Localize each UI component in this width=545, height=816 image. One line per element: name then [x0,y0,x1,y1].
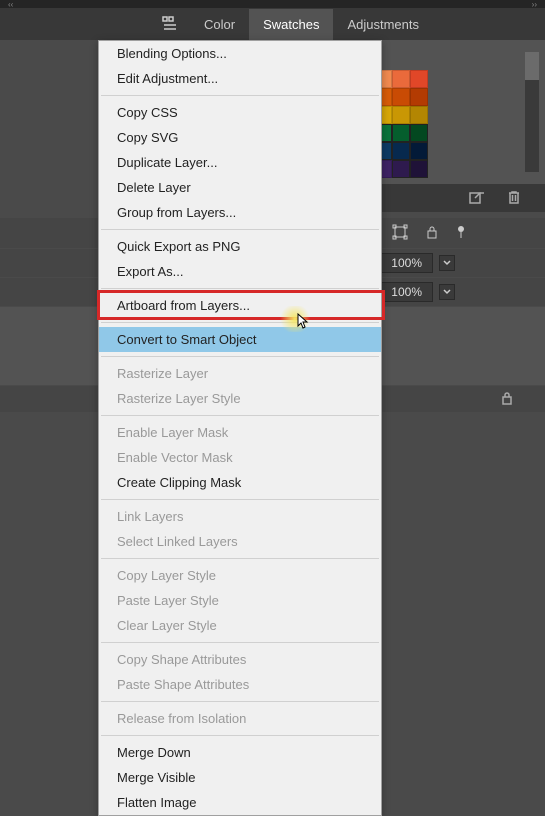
menu-separator [101,499,379,500]
scrollbar[interactable] [525,52,539,172]
swatch[interactable] [392,106,410,124]
swatch[interactable] [410,70,428,88]
swatch[interactable] [410,106,428,124]
menu-qexp[interactable]: Quick Export as PNG [99,234,381,259]
tab-swatches[interactable]: Swatches [249,9,333,40]
menu-separator [101,735,379,736]
pin-icon[interactable] [456,225,466,242]
menu-mdown[interactable]: Merge Down [99,740,381,765]
new-swatch-icon[interactable] [469,190,485,207]
fill-dropdown[interactable] [439,284,455,300]
lock-small-icon[interactable] [426,225,438,242]
menu-pshape: Paste Shape Attributes [99,672,381,697]
menu-separator [101,288,379,289]
menu-pstyle: Paste Layer Style [99,588,381,613]
menu-expas[interactable]: Export As... [99,259,381,284]
menu-link: Link Layers [99,504,381,529]
tab-adjustments[interactable]: Adjustments [333,9,433,40]
menu-grp[interactable]: Group from Layers... [99,200,381,225]
menu-edit_adj[interactable]: Edit Adjustment... [99,66,381,91]
menu-flat[interactable]: Flatten Image [99,790,381,815]
menu-blending[interactable]: Blending Options... [99,41,381,66]
tab-color[interactable]: Color [190,9,249,40]
lock-icon[interactable] [501,391,513,408]
menu-rast: Rasterize Layer [99,361,381,386]
opacity-dropdown[interactable] [439,255,455,271]
swatch[interactable] [392,160,410,178]
swatch[interactable] [392,70,410,88]
menu-cpshape: Copy Shape Attributes [99,647,381,672]
menu-mvis[interactable]: Merge Visible [99,765,381,790]
menu-clstyle: Clear Layer Style [99,613,381,638]
menu-separator [101,558,379,559]
bounding-box-icon[interactable] [392,224,408,243]
swatch[interactable] [410,88,428,106]
swatch[interactable] [392,124,410,142]
menu-separator [101,95,379,96]
swatch[interactable] [410,142,428,160]
menu-separator [101,642,379,643]
menu-mask: Enable Layer Mask [99,420,381,445]
menu-clip[interactable]: Create Clipping Mask [99,470,381,495]
menu-separator [101,356,379,357]
swatch[interactable] [410,160,428,178]
menu-dup[interactable]: Duplicate Layer... [99,150,381,175]
menu-cpstyle: Copy Layer Style [99,563,381,588]
menu-separator [101,701,379,702]
menu-sellink: Select Linked Layers [99,529,381,554]
menu-copy_svg[interactable]: Copy SVG [99,125,381,150]
menu-separator [101,415,379,416]
menu-del[interactable]: Delete Layer [99,175,381,200]
swatch[interactable] [392,88,410,106]
menu-separator [101,229,379,230]
menu-raststyle: Rasterize Layer Style [99,386,381,411]
scroll-thumb[interactable] [525,52,539,80]
collapse-right-icon[interactable]: ›› [532,0,537,9]
collapse-left-icon[interactable]: ‹‹ [8,0,13,9]
menu-artboard[interactable]: Artboard from Layers... [99,293,381,318]
panel-icon [160,14,180,34]
swatch[interactable] [392,142,410,160]
layer-context-menu: Blending Options...Edit Adjustment... Cop… [98,40,382,816]
swatch[interactable] [410,124,428,142]
menu-copy_css[interactable]: Copy CSS [99,100,381,125]
menu-separator [101,322,379,323]
menu-smart[interactable]: Convert to Smart Object [99,327,381,352]
trash-icon[interactable] [507,190,521,207]
menu-vmask: Enable Vector Mask [99,445,381,470]
menu-release: Release from Isolation [99,706,381,731]
